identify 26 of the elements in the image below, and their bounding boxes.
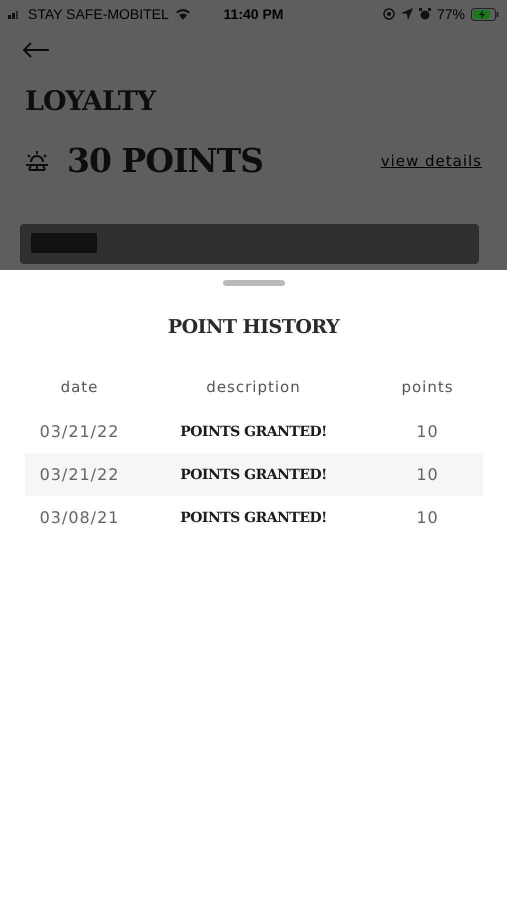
battery-percent: 77% <box>436 6 465 22</box>
points-total: 30 POINTS <box>67 141 264 180</box>
location-icon <box>400 8 413 20</box>
date-cell-text: 03/21/22 <box>38 422 120 441</box>
sheet-handle[interactable] <box>222 280 284 286</box>
column-header: date <box>60 378 100 396</box>
column-header: points <box>400 378 455 396</box>
points-cell-text: 10 <box>415 508 440 527</box>
sheet-title: POINT HISTORY <box>168 316 340 338</box>
date-cell-text: 03/21/22 <box>38 465 120 484</box>
battery-icon <box>471 8 499 20</box>
page-title: LOYALTY <box>25 86 158 117</box>
description-cell-text: POINTS GRANTED! <box>179 510 328 526</box>
clock-time: 11:40 PM <box>224 6 284 22</box>
carrier-name: STAY SAFE-MOBITEL <box>28 6 169 22</box>
points-cell-text: 10 <box>415 422 440 441</box>
wifi-icon <box>174 8 191 20</box>
view-details-link[interactable]: view details <box>380 152 482 170</box>
column-header: description <box>205 378 302 396</box>
card-image <box>31 233 97 253</box>
sunrise-icon <box>25 150 49 172</box>
alarm-icon <box>418 8 431 20</box>
points-cell-text: 10 <box>415 465 440 484</box>
date-cell-text: 03/08/21 <box>38 508 120 527</box>
description-cell-text: POINTS GRANTED! <box>179 466 328 482</box>
description-cell-text: POINTS GRANTED! <box>179 424 328 440</box>
